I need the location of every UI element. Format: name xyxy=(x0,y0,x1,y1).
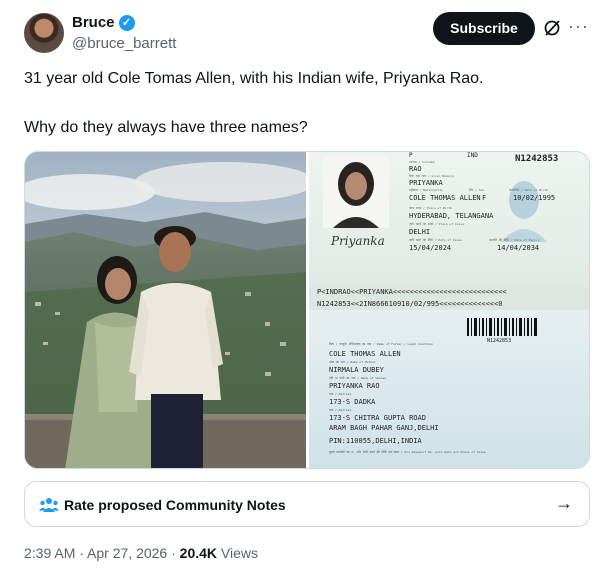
nationality-value: COLE THOMAS ALLEN xyxy=(409,194,481,202)
meta-separator: · xyxy=(75,545,88,561)
post-text-line-2: Why do they always have three names? xyxy=(24,119,308,136)
mother-value: NIRMALA DUBEY xyxy=(329,366,384,374)
spouse-label: पति या पत्नी का नाम / Name of Spouse xyxy=(329,376,387,380)
spouse-value: PRIYANKA RAO xyxy=(329,382,380,390)
author-name-row[interactable]: Bruce ✓ xyxy=(72,14,135,31)
passport-country-code: IND xyxy=(467,152,478,159)
sex-label: लिंग / Sex xyxy=(469,188,485,192)
mrz-line-1: P<INDRAO<<PRIYANKA<<<<<<<<<<<<<<<<<<<<<<… xyxy=(317,288,507,296)
post-date[interactable]: Apr 27, 2026 xyxy=(87,545,167,561)
view-count: 20.4K xyxy=(179,545,218,561)
author-name[interactable]: Bruce xyxy=(72,14,115,31)
post-metadata: 2:39 AM · Apr 27, 2026 · 20.4K Views xyxy=(24,545,258,561)
passport-type: P xyxy=(409,152,413,159)
passport-photo xyxy=(323,156,389,228)
subscribe-button[interactable]: Subscribe xyxy=(433,12,535,45)
grok-icon[interactable] xyxy=(542,18,562,38)
surname-label: उपनाम / Surname xyxy=(409,160,435,164)
dob-value: 10/02/1995 xyxy=(513,194,556,202)
father-value: COLE THOMAS ALLEN xyxy=(329,350,401,358)
signature: Priyanka xyxy=(331,234,385,248)
doi-label: जारी करने की तिथि / Date of Issue xyxy=(409,238,462,242)
father-label: पिता / कानूनी अभिभावक का नाम / Name of F… xyxy=(329,342,433,346)
given-name-label: दिया गया नाम / Given Name(s) xyxy=(409,174,455,178)
passport-number: N1242853 xyxy=(515,154,559,164)
post-time[interactable]: 2:39 AM xyxy=(24,545,75,561)
verified-badge-icon: ✓ xyxy=(118,14,135,31)
meta-separator: · xyxy=(167,545,180,561)
poi-value: DELHI xyxy=(409,228,431,236)
address-line-3: ARAM BAGH PAHAR GANJ,DELHI xyxy=(329,424,439,432)
pob-label: जन्म स्थान / Place of Birth xyxy=(409,206,452,210)
address-line-1: 173-S DADKA xyxy=(329,398,376,406)
address-label-2: पता / Address xyxy=(329,408,352,412)
doe-label: समाप्ति की तिथि / Date of Expiry xyxy=(489,238,540,242)
pin-line: PIN:110055,DELHI,INDIA xyxy=(329,437,422,445)
back-passport-number: N1242853 xyxy=(487,338,512,344)
passport-ghost-image xyxy=(501,181,547,242)
couple-photo-image xyxy=(25,152,306,468)
views-label: Views xyxy=(217,545,259,561)
community-notes-people-icon xyxy=(39,498,59,512)
surname-value: RAO xyxy=(409,165,422,173)
arrow-right-icon: → xyxy=(555,493,573,513)
mother-label: माता का नाम / Name of Mother xyxy=(329,360,376,364)
dob-label: जन्मतिथि / Date of Birth xyxy=(509,188,549,192)
nationality-label: राष्ट्रीयता / Nationality xyxy=(409,188,444,192)
author-handle[interactable]: @bruce_barrett xyxy=(72,35,176,52)
author-avatar[interactable] xyxy=(24,13,64,53)
given-name-value: PRIYANKA xyxy=(409,179,443,187)
address-label: पता / Address xyxy=(329,392,352,396)
poi-label: जारी करने का स्थान / Place of Issue xyxy=(409,222,464,226)
community-notes-label: Rate proposed Community Notes xyxy=(64,497,286,513)
old-passport-label: पुराने पासपोर्ट का नं. और जारी करने की त… xyxy=(329,450,486,454)
couple-photo[interactable] xyxy=(25,152,306,468)
more-options-icon[interactable]: ··· xyxy=(568,16,589,37)
sex-value: F xyxy=(482,194,487,202)
doe-value: 14/04/2034 xyxy=(497,244,540,252)
mrz-line-2: N1242853<<2IN866610910/02/995<<<<<<<<<<<… xyxy=(317,300,503,308)
post-text-line-1: 31 year old Cole Tomas Allen, with his I… xyxy=(24,70,484,87)
passport-image[interactable]: P IND N1242853 उपनाम / Surname RAO दिया … xyxy=(309,152,589,468)
pob-value: HYDERABAD, TELANGANA xyxy=(409,212,494,220)
doi-value: 15/04/2024 xyxy=(409,244,452,252)
community-notes-card[interactable]: Rate proposed Community Notes → xyxy=(24,481,590,527)
post-media[interactable]: P IND N1242853 उपनाम / Surname RAO दिया … xyxy=(24,151,590,469)
address-line-2: 173-S CHITRA GUPTA ROAD xyxy=(329,414,426,422)
barcode xyxy=(467,318,537,336)
